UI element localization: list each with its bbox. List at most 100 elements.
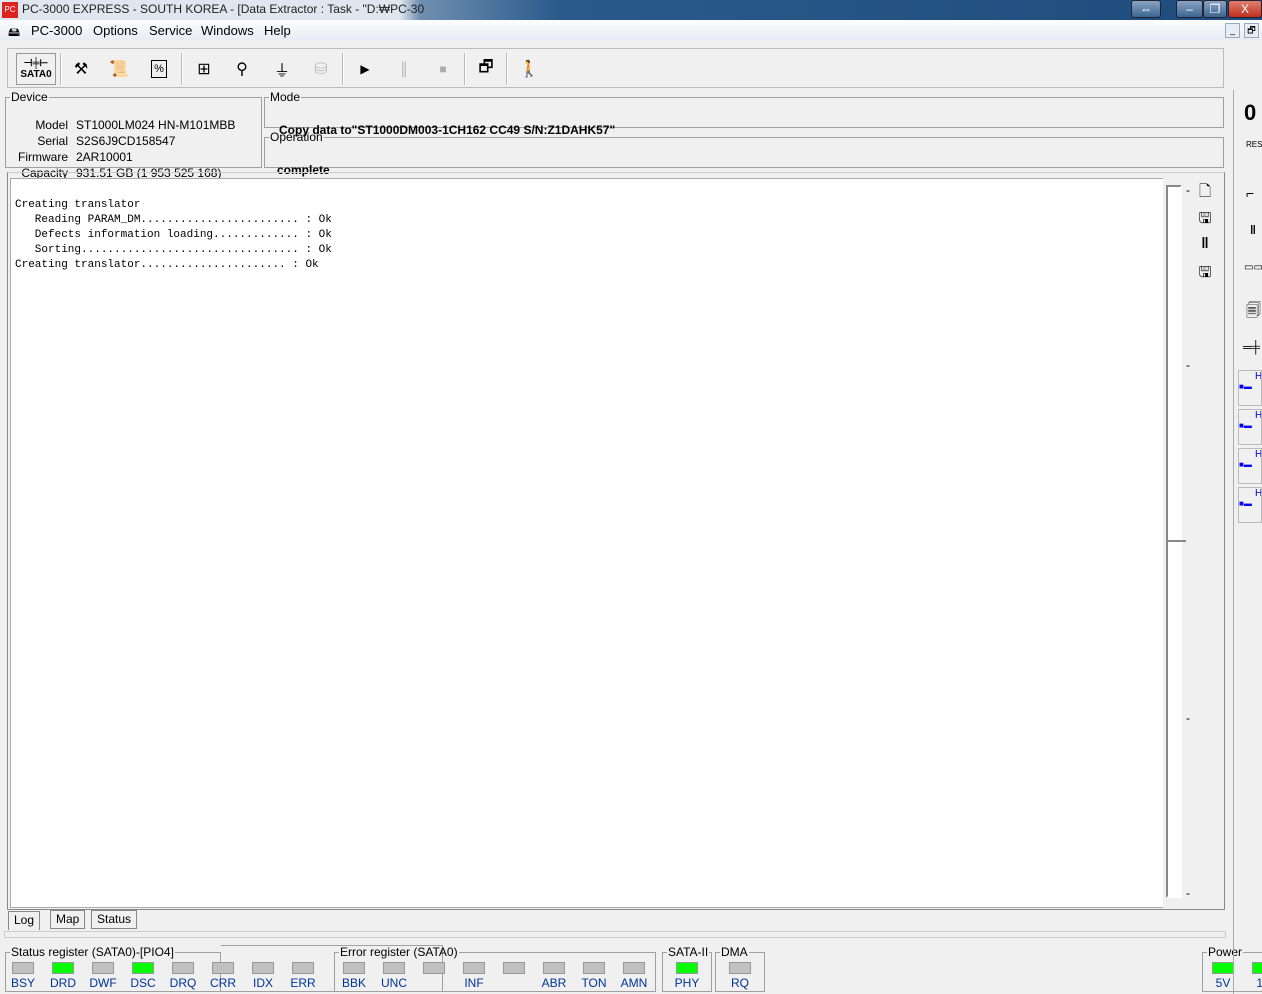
play-button[interactable]: ▶ (349, 53, 381, 85)
led-label: UNC (381, 976, 407, 990)
menu-service[interactable]: Service (149, 23, 192, 38)
log-line: Creating translator.....................… (15, 259, 319, 271)
head-button-1[interactable]: H ■▬ (1238, 370, 1262, 406)
head-icon: ■▬ (1239, 460, 1252, 469)
minimize-button[interactable]: – (1176, 0, 1203, 18)
led-amn (623, 962, 645, 974)
sata-port-button[interactable]: ⊣╪⊢ SATA0 (16, 53, 56, 85)
head-button-3[interactable]: H ■▬ (1238, 448, 1262, 484)
tree-button[interactable]: ⊞ (188, 53, 220, 85)
pause-icon: ∥ (400, 61, 408, 78)
dma-legend: DMA (721, 945, 748, 959)
exit-button[interactable]: 🚶 (513, 53, 545, 85)
sata-legend: SATA-II (668, 945, 709, 959)
pause-icon[interactable]: ‖ (1250, 223, 1256, 237)
filter-button[interactable]: ⏚ (266, 53, 298, 85)
windows-button[interactable]: 🗗 (470, 53, 502, 85)
led-label: ABR (541, 976, 567, 990)
tick-mark: - (1186, 886, 1190, 900)
led-label: ERR (290, 976, 316, 990)
led-label: INF (464, 976, 484, 990)
log-line: Defects information loading.............… (15, 229, 332, 241)
percent-button[interactable]: % (143, 53, 175, 85)
led-crr (212, 962, 234, 974)
menu-options[interactable]: Options (93, 23, 138, 38)
toolbar-separator (464, 53, 466, 85)
menu-windows[interactable]: Windows (201, 23, 254, 38)
mdi-minimize-button[interactable]: _ (1225, 23, 1240, 38)
slider-thumb[interactable] (1166, 540, 1186, 546)
led-dwf (92, 962, 114, 974)
pause-button[interactable]: ∥ (388, 53, 420, 85)
tab-log[interactable]: Log (8, 911, 41, 930)
tab-status[interactable]: Status (91, 910, 138, 929)
head-button-4[interactable]: H ■▬ (1238, 487, 1262, 523)
connector-icon[interactable]: ═╪ (1243, 340, 1260, 354)
play-icon: ▶ (360, 62, 370, 76)
app-menu-icon[interactable]: 🖴 (8, 23, 20, 44)
tree-icon: ⊞ (197, 61, 211, 78)
model-value: ST1000LM024 HN-M101MBB (76, 118, 236, 132)
menu-pc3000[interactable]: PC-3000 (31, 23, 82, 38)
disk-button[interactable]: ⛁ (305, 53, 337, 85)
led-label: PHY (674, 976, 700, 990)
title-bar: PC PC-3000 EXPRESS - SOUTH KOREA - [Data… (0, 0, 1262, 20)
save-log-button[interactable]: 🖫 (1195, 208, 1215, 228)
led-12 (1252, 962, 1262, 974)
log-line: Reading PARAM_DM........................… (15, 214, 332, 226)
head-button-2[interactable]: H ■▬ (1238, 409, 1262, 445)
log-settings-button[interactable]: 🗋 (1195, 181, 1215, 201)
copy-icon[interactable]: 🗐 (1246, 300, 1261, 325)
log-view[interactable]: Creating translator Reading PARAM_DM....… (10, 178, 1163, 908)
exit-icon: 🚶 (519, 61, 539, 78)
led-label: 5V (1215, 976, 1231, 990)
info-button[interactable]: 📜 (103, 53, 135, 85)
search-button[interactable]: ⚲ (226, 53, 258, 85)
stop-button[interactable]: ■ (427, 53, 459, 85)
head-icon: ■▬ (1239, 499, 1252, 508)
led-phy (676, 962, 698, 974)
toolbar-separator (181, 53, 183, 85)
save-as-log-button[interactable]: 🖫 (1195, 262, 1215, 282)
disk-icon: ⛁ (314, 61, 328, 78)
filter-icon: ⏚ (273, 63, 290, 80)
serial-value: S2S6J9CD158547 (76, 134, 176, 148)
led-blank (503, 962, 525, 974)
mdi-restore-button[interactable]: 🗗 (1244, 23, 1259, 38)
led-bbk (343, 962, 365, 974)
sector-icon[interactable]: ▭▭ (1244, 262, 1262, 273)
led-label: AMN (620, 976, 648, 990)
operation-legend: Operation (270, 130, 323, 144)
pause-log-button[interactable]: ‖ (1195, 235, 1215, 255)
log-line: Creating translator (15, 199, 141, 211)
right-panel-divider (1233, 90, 1234, 994)
led-unc (383, 962, 405, 974)
menu-bar: 🖴 PC-3000 Options Service Windows Help (0, 20, 1262, 40)
maximize-button[interactable]: ❐ (1203, 0, 1227, 18)
led-label: DRQ (169, 976, 197, 990)
tools-icon: ⚒ (73, 61, 89, 78)
switch-icon[interactable]: ⌐ (1246, 185, 1254, 201)
head-icon: ■▬ (1239, 382, 1252, 391)
toolbar-separator (506, 53, 508, 85)
progress-bar (4, 931, 1226, 938)
firmware-value: 2AR10001 (76, 150, 133, 164)
log-line: Sorting.................................… (15, 244, 332, 256)
restore-button[interactable]: ⇔ (1131, 0, 1161, 18)
binoculars-icon: ⚲ (236, 61, 248, 78)
serial-label: Serial (37, 134, 68, 148)
close-button[interactable]: X (1228, 0, 1262, 18)
stop-icon: ■ (439, 62, 447, 76)
counter-icon[interactable]: 0 (1244, 100, 1256, 126)
tab-map[interactable]: Map (50, 910, 86, 929)
percent-icon: % (151, 60, 167, 78)
power-legend: Power (1208, 945, 1243, 959)
menu-help[interactable]: Help (264, 23, 291, 38)
reset-icon[interactable]: RESET (1246, 140, 1262, 149)
led-bsy (12, 962, 34, 974)
tools-button[interactable]: ⚒ (65, 53, 97, 85)
pause-icon: ‖ (1201, 235, 1209, 252)
led-label: BBK (341, 976, 366, 990)
led-5v (1212, 962, 1234, 974)
led-idx (252, 962, 274, 974)
